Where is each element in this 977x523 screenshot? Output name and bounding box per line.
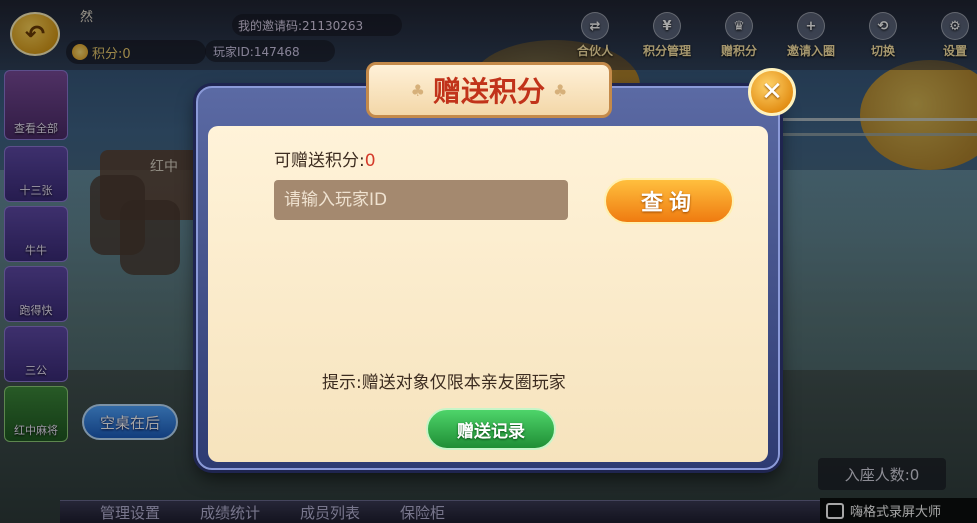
gift-points-dialog: ♣ 赠送积分 ♣ ✕ 可赠送积分:0 查询 提示:赠送对象仅限本亲友圈玩家 赠送… <box>196 62 796 470</box>
gift-record-button[interactable]: 赠送记录 <box>426 408 556 450</box>
dialog-title: 赠送积分 <box>432 75 545 108</box>
close-icon: ✕ <box>761 77 783 107</box>
dialog-title-banner: ♣ 赠送积分 ♣ <box>366 62 612 118</box>
available-label: 可赠送积分: <box>274 151 365 171</box>
available-value: 0 <box>364 151 376 171</box>
available-points: 可赠送积分:0 <box>274 146 376 171</box>
hint-text: 提示:赠送对象仅限本亲友圈玩家 <box>322 373 566 393</box>
clover-icon: ♣ <box>410 80 425 100</box>
query-button[interactable]: 查询 <box>604 178 734 224</box>
dialog-body: 可赠送积分:0 查询 提示:赠送对象仅限本亲友圈玩家 赠送记录 <box>208 126 768 462</box>
close-button[interactable]: ✕ <box>748 68 796 116</box>
clover-icon: ♣ <box>553 80 568 100</box>
player-id-input[interactable] <box>274 180 568 220</box>
